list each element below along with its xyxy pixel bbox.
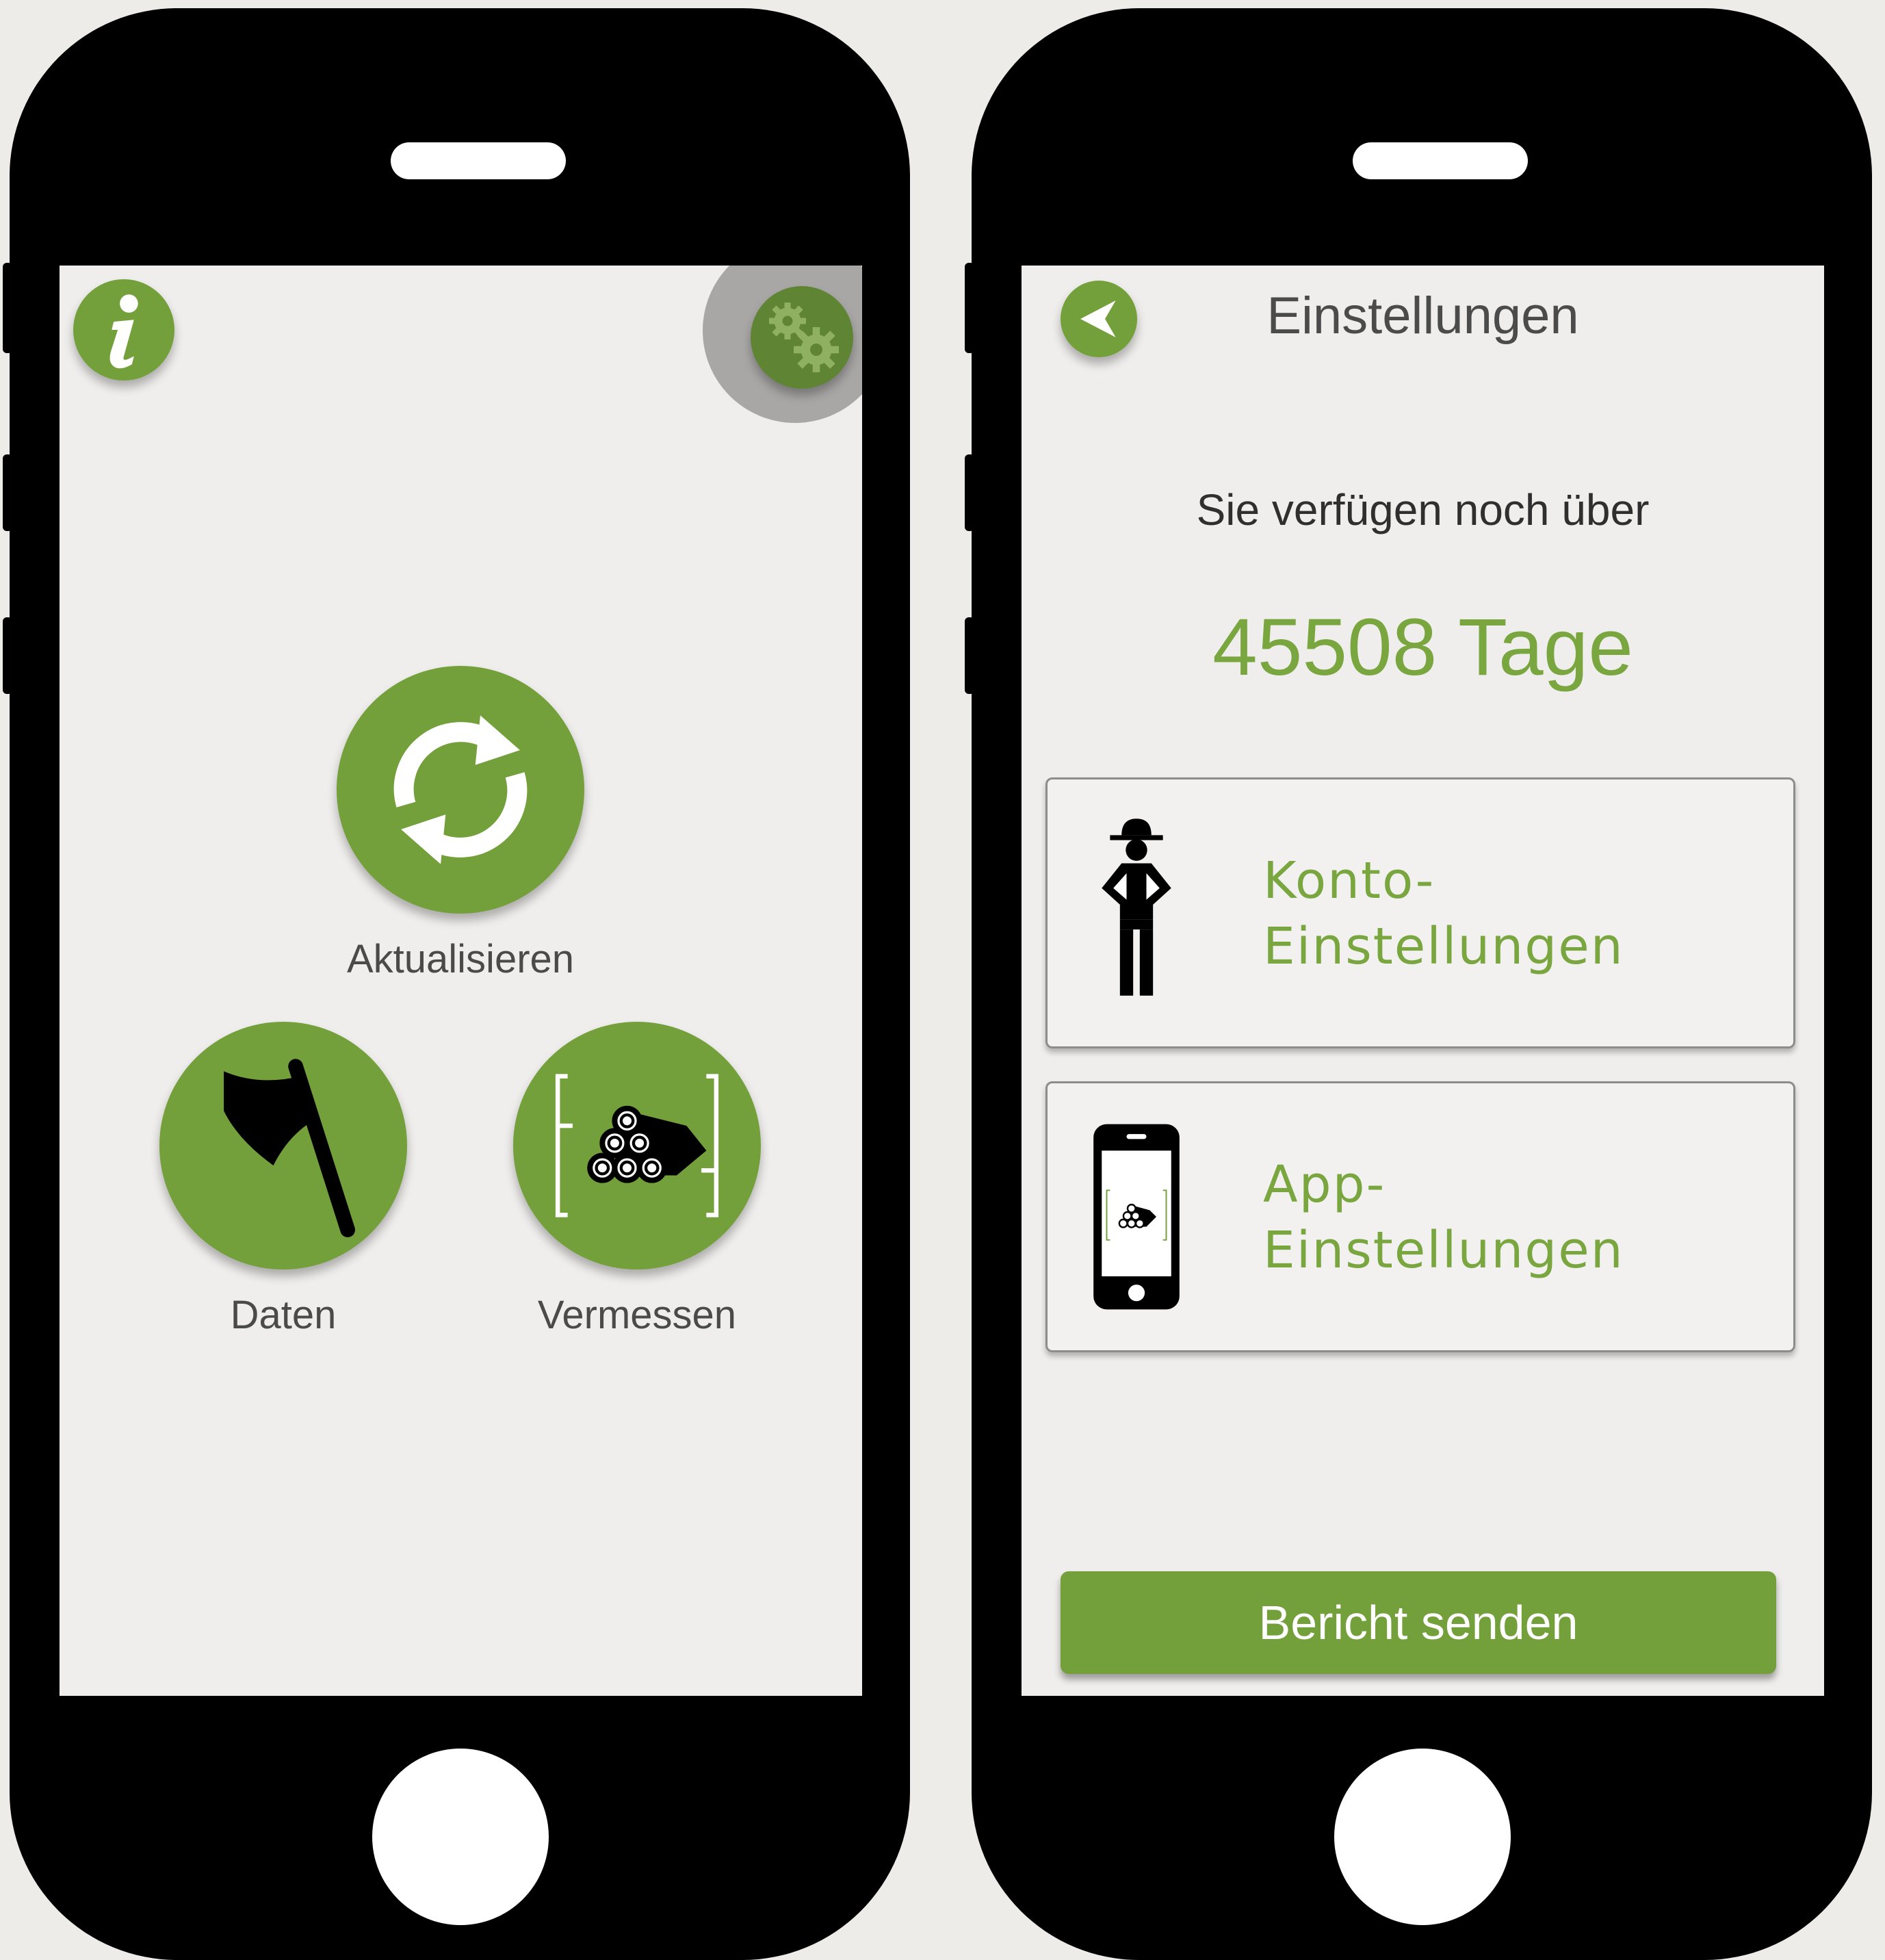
- phone-frame-home: Aktualisieren Daten Vermessen: [3, 8, 910, 1960]
- mute-switch: [3, 263, 12, 353]
- data-button[interactable]: [159, 1022, 407, 1269]
- info-button[interactable]: [73, 279, 174, 381]
- data-label: Daten: [230, 1293, 337, 1337]
- volume-up-button: [3, 454, 12, 531]
- info-icon: [109, 294, 138, 369]
- volume-up-button: [965, 454, 974, 531]
- settings-screen: Einstellungen Sie verfügen noch über 455…: [1022, 266, 1824, 1696]
- phone-icon: [1093, 1124, 1180, 1310]
- app-settings-line2: Einstellungen: [1263, 1221, 1624, 1280]
- volume-down-button: [3, 617, 12, 694]
- phone-frame-settings: Einstellungen Sie verfügen noch über 455…: [965, 8, 1872, 1960]
- ranger-figure-icon: [1102, 818, 1171, 996]
- refresh-icon: [393, 715, 528, 864]
- app-settings-card[interactable]: App- Einstellungen: [1045, 1081, 1795, 1352]
- axe-icon: [224, 1059, 355, 1237]
- measure-label: Vermessen: [537, 1293, 737, 1337]
- refresh-button[interactable]: [337, 666, 584, 914]
- measure-button[interactable]: [513, 1022, 761, 1269]
- remaining-text: Sie verfügen noch über: [1196, 485, 1650, 534]
- page-title: Einstellungen: [1266, 287, 1579, 345]
- account-settings-line2: Einstellungen: [1263, 917, 1624, 976]
- remaining-days: 45508 Tage: [1212, 602, 1633, 693]
- gears-icon: [769, 302, 839, 372]
- speaker-grille: [1353, 142, 1528, 179]
- account-settings-text: Konto- Einstellungen: [1263, 848, 1624, 979]
- account-settings-card[interactable]: Konto- Einstellungen: [1045, 777, 1795, 1048]
- mute-switch: [965, 263, 974, 353]
- home-button[interactable]: [1334, 1749, 1511, 1925]
- account-settings-line1: Konto-: [1263, 851, 1435, 910]
- speaker-grille: [391, 142, 566, 179]
- log-stack-icon: [555, 1074, 719, 1217]
- home-screen: Aktualisieren Daten Vermessen: [60, 266, 862, 1696]
- refresh-label: Aktualisieren: [346, 937, 575, 981]
- settings-button[interactable]: [751, 286, 853, 389]
- home-button[interactable]: [372, 1749, 549, 1925]
- volume-down-button: [965, 617, 974, 694]
- send-report-button[interactable]: Bericht senden: [1061, 1571, 1776, 1674]
- app-settings-text: App- Einstellungen: [1263, 1152, 1624, 1283]
- app-settings-line1: App-: [1263, 1155, 1386, 1214]
